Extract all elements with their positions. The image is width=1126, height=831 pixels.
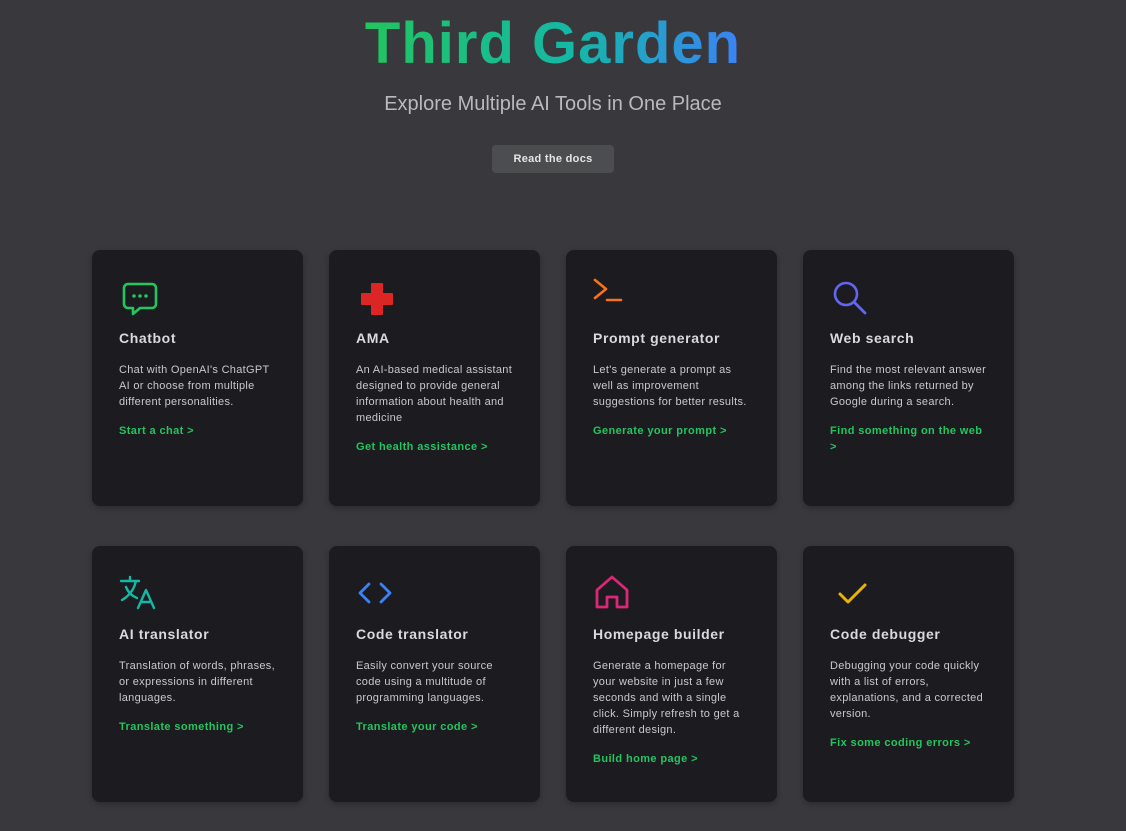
checkmark-icon bbox=[830, 574, 872, 616]
card-title: AI translator bbox=[119, 626, 210, 642]
card-description: Generate a homepage for your website in … bbox=[593, 660, 740, 736]
chat-icon bbox=[119, 278, 161, 320]
translate-icon bbox=[119, 574, 161, 616]
tool-card-ama: AMA An AI-based medical assistant design… bbox=[329, 250, 540, 506]
card-title: Code debugger bbox=[830, 626, 941, 642]
card-description: Easily convert your source code using a … bbox=[356, 660, 493, 704]
card-description: Let's generate a prompt as well as impro… bbox=[593, 364, 747, 408]
tool-card-web-search: Web search Find the most relevant answer… bbox=[803, 250, 1014, 506]
fix-coding-errors-link[interactable]: Fix some coding errors > bbox=[830, 735, 988, 751]
generate-prompt-link[interactable]: Generate your prompt > bbox=[593, 423, 751, 439]
page-title-text: Third Garden bbox=[364, 11, 742, 76]
tool-card-chatbot: Chatbot Chat with OpenAI's ChatGPT AI or… bbox=[92, 250, 303, 506]
card-description: Chat with OpenAI's ChatGPT AI or choose … bbox=[119, 364, 270, 408]
start-chat-link[interactable]: Start a chat > bbox=[119, 423, 277, 439]
page-title: Third Garden bbox=[0, 8, 1106, 80]
tools-grid: Chatbot Chat with OpenAI's ChatGPT AI or… bbox=[92, 250, 1014, 802]
page-subtitle: Explore Multiple AI Tools in One Place bbox=[384, 93, 722, 115]
card-description: An AI-based medical assistant designed t… bbox=[356, 364, 513, 424]
card-description: Debugging your code quickly with a list … bbox=[830, 660, 984, 720]
card-title: AMA bbox=[356, 330, 390, 346]
translate-something-link[interactable]: Translate something > bbox=[119, 719, 277, 735]
tool-card-homepage-builder: Homepage builder Generate a homepage for… bbox=[566, 546, 777, 802]
card-title: Web search bbox=[830, 330, 915, 346]
tool-card-code-debugger: Code debugger Debugging your code quickl… bbox=[803, 546, 1014, 802]
translate-code-link[interactable]: Translate your code > bbox=[356, 719, 514, 735]
health-assistance-link[interactable]: Get health assistance > bbox=[356, 439, 514, 455]
card-title: Code translator bbox=[356, 626, 469, 642]
card-title: Prompt generator bbox=[593, 330, 721, 346]
tool-card-ai-translator: AI translator Translation of words, phra… bbox=[92, 546, 303, 802]
build-home-page-link[interactable]: Build home page > bbox=[593, 751, 751, 767]
medical-cross-icon bbox=[356, 278, 398, 320]
tool-card-prompt-generator: Prompt generator Let's generate a prompt… bbox=[566, 250, 777, 506]
card-description: Translation of words, phrases, or expres… bbox=[119, 660, 275, 704]
code-icon bbox=[356, 574, 398, 616]
tool-card-code-translator: Code translator Easily convert your sour… bbox=[329, 546, 540, 802]
terminal-icon bbox=[593, 278, 635, 320]
read-docs-button[interactable]: Read the docs bbox=[492, 145, 614, 173]
search-icon bbox=[830, 278, 872, 320]
card-title: Chatbot bbox=[119, 330, 177, 346]
home-icon bbox=[593, 574, 635, 616]
card-title: Homepage builder bbox=[593, 626, 725, 642]
find-on-web-link[interactable]: Find something on the web > bbox=[830, 423, 988, 455]
card-description: Find the most relevant answer among the … bbox=[830, 364, 987, 408]
